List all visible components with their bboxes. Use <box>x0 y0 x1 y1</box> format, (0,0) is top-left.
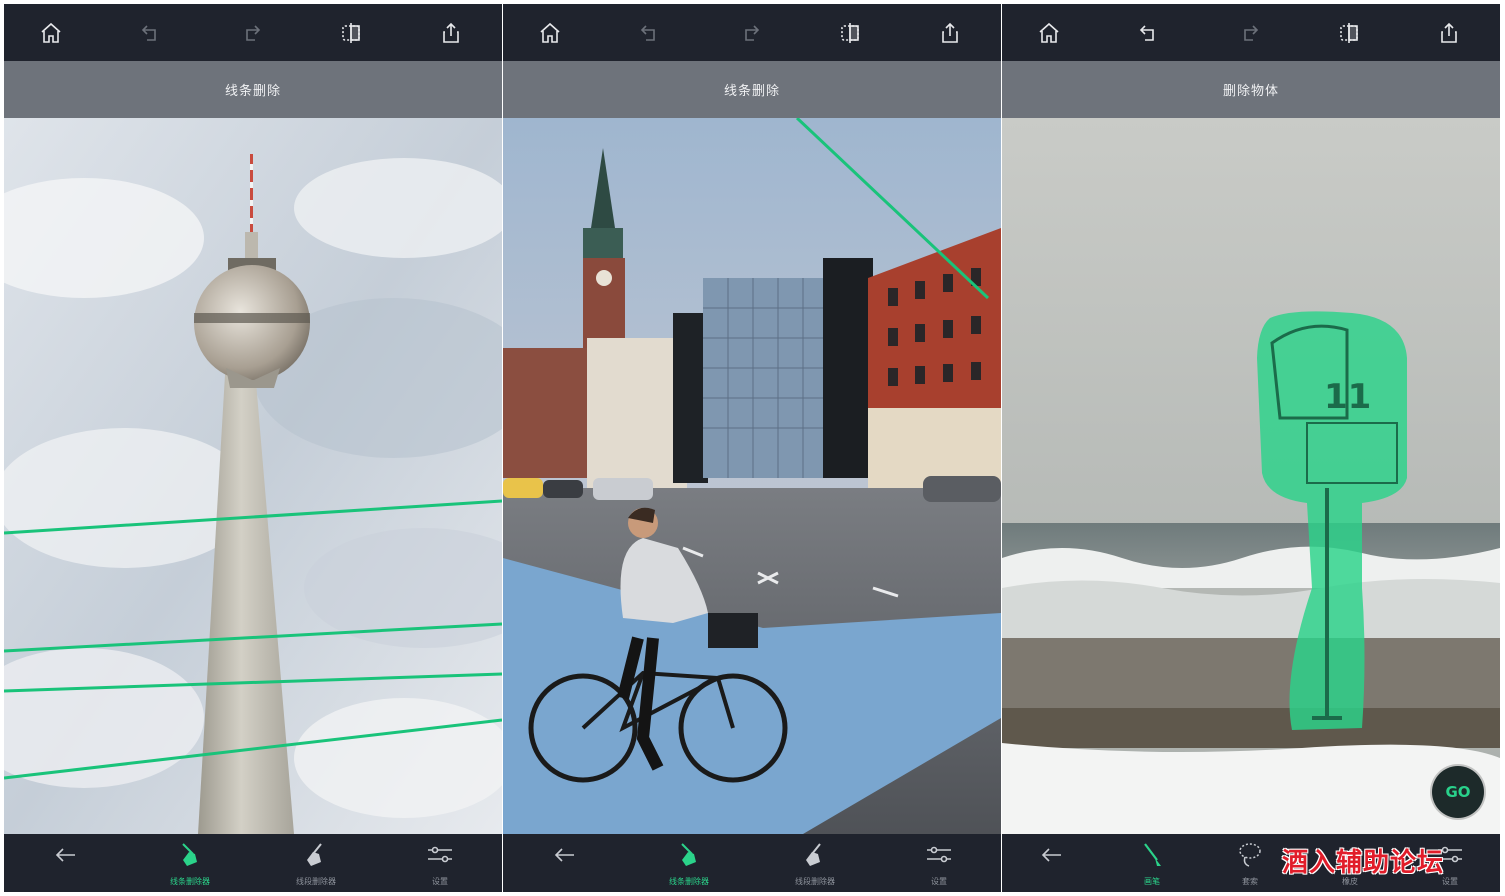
redo-icon[interactable] <box>1234 18 1264 48</box>
tool-settings[interactable]: 设置 <box>909 840 969 890</box>
screen-object-removal: 删除物体 11 GO 画笔 套索 橡皮 设置 <box>1002 4 1500 892</box>
tool-segment-remover[interactable]: 线段删除器 <box>785 840 845 890</box>
tool-label: 线段删除器 <box>296 877 336 886</box>
compare-icon[interactable] <box>1334 18 1364 48</box>
tool-label: 线条删除器 <box>170 877 210 886</box>
share-icon[interactable] <box>436 18 466 48</box>
tool-segment-remover[interactable]: 线段删除器 <box>286 840 346 890</box>
segment-remover-icon <box>806 843 821 866</box>
tool-lasso[interactable]: 套索 <box>1220 840 1280 890</box>
screen-line-removal-tower: 线条删除 线条删除器 线段删除器 设置 <box>4 4 502 892</box>
share-icon[interactable] <box>1434 18 1464 48</box>
share-icon[interactable] <box>935 18 965 48</box>
mode-title: 线条删除 <box>503 61 1001 118</box>
back-arrow-icon[interactable] <box>36 840 96 890</box>
drawn-line-stroke <box>795 118 990 300</box>
mode-title: 线条删除 <box>4 61 502 118</box>
top-toolbar <box>4 4 502 61</box>
line-remover-icon <box>681 843 696 866</box>
tool-line-remover[interactable]: 线条删除器 <box>160 840 220 890</box>
home-icon[interactable] <box>535 18 565 48</box>
undo-icon[interactable] <box>136 18 166 48</box>
photo-canvas[interactable]: 11 <box>1002 118 1500 834</box>
compare-icon[interactable] <box>336 18 366 48</box>
settings-sliders-icon <box>927 846 951 863</box>
tool-label: 设置 <box>931 877 947 886</box>
redo-icon[interactable] <box>735 18 765 48</box>
tool-line-remover[interactable]: 线条删除器 <box>659 840 719 890</box>
back-arrow-icon[interactable] <box>535 840 595 890</box>
compare-icon[interactable] <box>835 18 865 48</box>
top-toolbar <box>503 4 1001 61</box>
svg-text:11: 11 <box>1324 377 1371 417</box>
screen-line-removal-street: 线条删除 线条删除器 线段删除器 设置 <box>503 4 1001 892</box>
brush-icon <box>1144 843 1161 866</box>
back-arrow-icon[interactable] <box>1022 840 1082 890</box>
object-mask-highlight: 11 <box>1257 311 1407 730</box>
bottom-toolbar: 线条删除器 线段删除器 设置 <box>4 834 502 892</box>
settings-sliders-icon <box>428 846 452 863</box>
mode-title: 删除物体 <box>1002 61 1500 118</box>
redo-icon[interactable] <box>236 18 266 48</box>
photo-canvas[interactable] <box>503 118 1001 834</box>
tool-label: 线段删除器 <box>795 877 835 886</box>
go-button[interactable]: GO <box>1432 766 1484 818</box>
home-icon[interactable] <box>1034 18 1064 48</box>
tool-brush[interactable]: 画笔 <box>1122 840 1182 890</box>
undo-icon[interactable] <box>1134 18 1164 48</box>
segment-remover-icon <box>307 843 322 866</box>
bottom-toolbar: 线条删除器 线段删除器 设置 <box>503 834 1001 892</box>
line-remover-icon <box>182 843 197 866</box>
drawn-line-strokes <box>4 499 502 780</box>
tool-label: 画笔 <box>1144 877 1160 886</box>
lasso-icon <box>1239 843 1261 867</box>
tool-label: 设置 <box>1442 877 1458 886</box>
tool-label: 设置 <box>432 877 448 886</box>
tool-label: 套索 <box>1242 877 1258 886</box>
tool-label: 线条删除器 <box>669 877 709 886</box>
forum-watermark: 酒入辅助论坛 <box>1282 848 1445 878</box>
home-icon[interactable] <box>36 18 66 48</box>
top-toolbar <box>1002 4 1500 61</box>
photo-canvas[interactable] <box>4 118 502 834</box>
undo-icon[interactable] <box>635 18 665 48</box>
tool-settings[interactable]: 设置 <box>410 840 470 890</box>
